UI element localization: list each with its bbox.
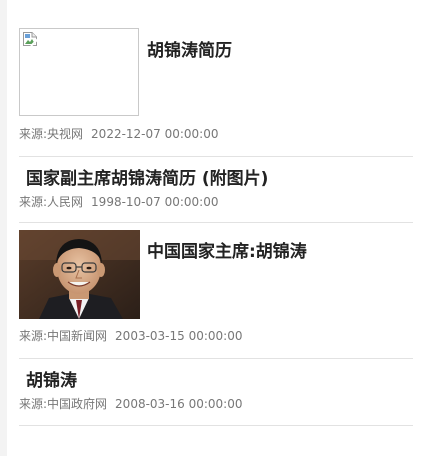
- article-thumbnail[interactable]: [19, 28, 139, 116]
- article-date: 2003-03-15 00:00:00: [115, 329, 243, 343]
- article-title[interactable]: 中国国家主席:胡锦涛: [147, 237, 307, 262]
- portrait-photo: [19, 230, 140, 319]
- divider: [19, 425, 413, 426]
- broken-image-icon: [23, 32, 38, 47]
- article-date: 2008-03-16 00:00:00: [115, 397, 243, 411]
- divider: [19, 358, 413, 359]
- article-meta: 来源:中国政府网 2008-03-16 00:00:00: [19, 395, 243, 412]
- list-item[interactable]: 国家副主席胡锦涛简历 (附图片) 来源:人民网 1998-10-07 00:00:…: [19, 162, 413, 222]
- article-meta: 来源:中国新闻网 2003-03-15 00:00:00: [19, 327, 243, 344]
- left-edge-strip: [0, 0, 7, 456]
- article-title[interactable]: 胡锦涛简历: [147, 36, 232, 61]
- news-list-page: 胡锦涛简历 来源:央视网 2022-12-07 00:00:00 国家副主席胡锦涛…: [0, 0, 425, 456]
- article-meta: 来源:人民网 1998-10-07 00:00:00: [19, 193, 219, 210]
- article-meta: 来源:央视网 2022-12-07 00:00:00: [19, 125, 219, 142]
- divider: [19, 222, 413, 223]
- article-source: 来源:央视网: [19, 127, 84, 141]
- article-title[interactable]: 胡锦涛: [26, 366, 77, 391]
- list-item[interactable]: 胡锦涛简历 来源:央视网 2022-12-07 00:00:00: [19, 28, 413, 156]
- article-title[interactable]: 国家副主席胡锦涛简历 (附图片): [26, 164, 268, 189]
- list-item[interactable]: 胡锦涛 来源:中国政府网 2008-03-16 00:00:00: [19, 365, 413, 425]
- article-date: 1998-10-07 00:00:00: [91, 195, 219, 209]
- list-item[interactable]: 中国国家主席:胡锦涛 来源:中国新闻网 2003-03-15 00:00:00: [19, 230, 413, 358]
- divider: [19, 156, 413, 157]
- article-source: 来源:中国新闻网: [19, 329, 108, 343]
- article-date: 2022-12-07 00:00:00: [91, 127, 219, 141]
- article-source: 来源:中国政府网: [19, 397, 108, 411]
- article-source: 来源:人民网: [19, 195, 84, 209]
- article-thumbnail[interactable]: [19, 230, 140, 319]
